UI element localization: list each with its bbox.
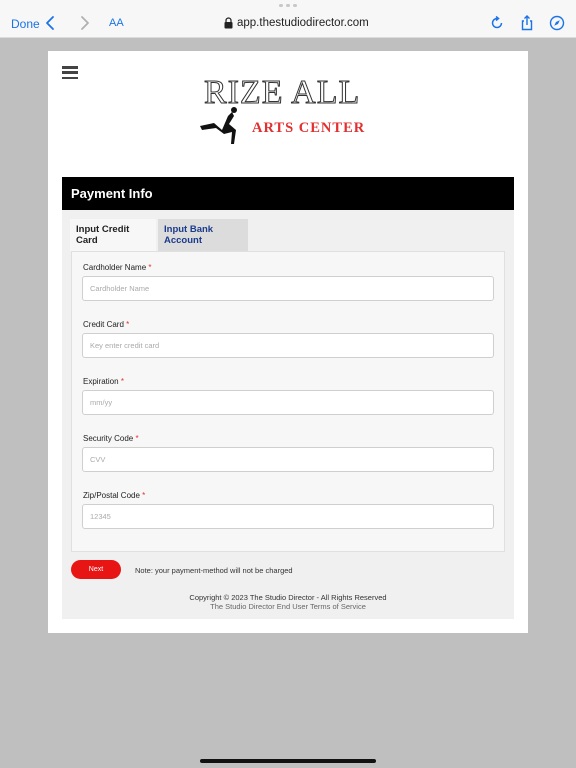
window-grabber[interactable] xyxy=(279,4,297,7)
page-card: RIZE ALL ARTS CENTER Payment Info Input … xyxy=(48,51,528,633)
browser-toolbar: Done AA app.thestudiodirector.com xyxy=(0,0,576,38)
credit-card-form: Cardholder Name * Credit Card * Expirati… xyxy=(71,251,505,552)
menu-icon[interactable] xyxy=(62,66,78,79)
rize-all-logo: RIZE ALL ARTS CENTER xyxy=(198,74,372,146)
tab-input-credit-card[interactable]: Input Credit Card xyxy=(70,219,156,251)
zip-code-input[interactable] xyxy=(82,504,494,529)
logo-subtitle: ARTS CENTER xyxy=(252,120,366,136)
cardholder-name-label: Cardholder Name * xyxy=(83,263,152,272)
expiration-input[interactable] xyxy=(82,390,494,415)
zip-code-label: Zip/Postal Code * xyxy=(83,491,146,500)
reload-icon[interactable] xyxy=(489,15,505,31)
compass-icon[interactable] xyxy=(549,15,565,31)
done-button[interactable]: Done xyxy=(11,17,40,31)
expiration-label: Expiration * xyxy=(83,377,124,386)
cardholder-name-input[interactable] xyxy=(82,276,494,301)
copyright-text: Copyright © 2023 The Studio Director - A… xyxy=(189,593,387,602)
security-code-label: Security Code * xyxy=(83,434,139,443)
credit-card-label: Credit Card * xyxy=(83,320,130,329)
terms-of-service-link[interactable]: The Studio Director End User Terms of Se… xyxy=(62,602,514,611)
share-icon[interactable] xyxy=(519,15,535,31)
text-size-button[interactable]: AA xyxy=(109,17,124,29)
dancer-silhouette-icon xyxy=(200,107,237,144)
home-indicator[interactable] xyxy=(200,759,376,763)
payment-panel: Input Credit Card Input Bank Account Car… xyxy=(62,210,514,619)
lock-icon xyxy=(224,17,233,29)
next-button[interactable]: Next xyxy=(71,560,121,579)
address-bar[interactable]: app.thestudiodirector.com xyxy=(224,17,369,29)
url-text: app.thestudiodirector.com xyxy=(237,17,369,29)
payment-note: Note: your payment-method will not be ch… xyxy=(135,566,293,575)
credit-card-input[interactable] xyxy=(82,333,494,358)
tab-input-bank-account[interactable]: Input Bank Account xyxy=(158,219,248,251)
forward-chevron-icon[interactable] xyxy=(79,15,91,31)
back-chevron-icon[interactable] xyxy=(44,15,56,31)
payment-info-header: Payment Info xyxy=(62,177,514,210)
security-code-input[interactable] xyxy=(82,447,494,472)
